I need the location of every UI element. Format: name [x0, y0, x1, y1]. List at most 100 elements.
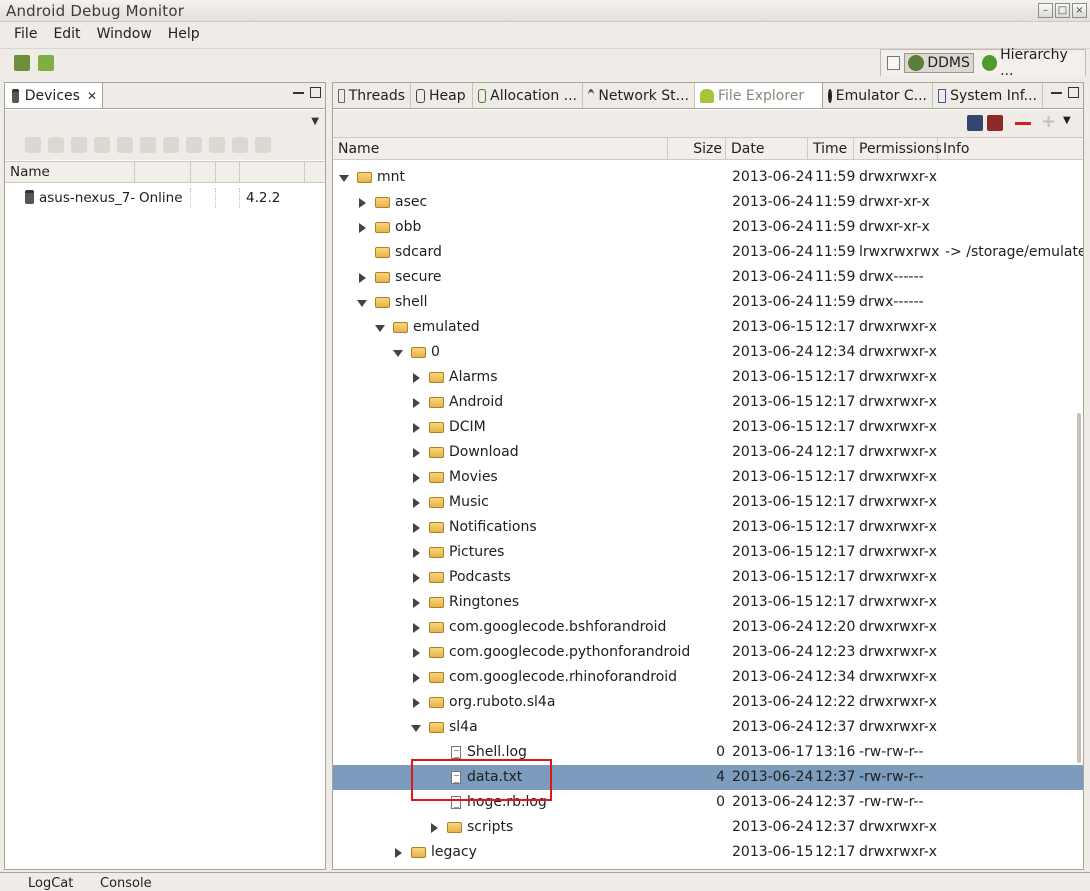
tab-system-info[interactable]: System Inf...: [933, 83, 1043, 108]
tab-console[interactable]: Console: [100, 876, 152, 891]
new-folder-icon[interactable]: +: [1041, 113, 1057, 131]
delete-icon[interactable]: [1015, 122, 1031, 125]
col-date[interactable]: Date: [726, 138, 808, 160]
perspective-hierarchy[interactable]: Hierarchy ...: [978, 45, 1085, 81]
col-info[interactable]: Info: [938, 138, 1083, 160]
folder-row[interactable]: com.googlecode.bshforandroid 2013-06-24 12…: [333, 615, 1083, 640]
folder-row[interactable]: Movies 2013-06-15 12:17 drwxrwxr-x: [333, 465, 1083, 490]
folder-row[interactable]: Notifications 2013-06-15 12:17 drwxrwxr-x: [333, 515, 1083, 540]
folder-row[interactable]: Music 2013-06-15 12:17 drwxrwxr-x: [333, 490, 1083, 515]
view-menu-icon[interactable]: ▼: [1063, 115, 1079, 131]
folder-row[interactable]: 0 2013-06-24 12:34 drwxrwxr-x: [333, 340, 1083, 365]
expand-arrow-icon[interactable]: [413, 573, 420, 583]
vertical-scrollbar[interactable]: [1077, 413, 1081, 763]
expand-arrow-icon[interactable]: [413, 598, 420, 608]
expand-arrow-icon[interactable]: [359, 273, 366, 283]
start-opengl-trace-icon[interactable]: [255, 137, 271, 153]
tab-emulator-control[interactable]: Emulator C...: [823, 83, 933, 108]
capture-systrace-icon[interactable]: [232, 137, 248, 153]
maximize-icon[interactable]: [310, 87, 321, 98]
expand-arrow-icon[interactable]: [413, 648, 420, 658]
expand-arrow-icon[interactable]: [413, 673, 420, 683]
pull-file-icon[interactable]: [967, 115, 983, 131]
folder-row[interactable]: DCIM 2013-06-15 12:17 drwxrwxr-x: [333, 415, 1083, 440]
expand-arrow-icon[interactable]: [413, 398, 420, 408]
tab-allocation[interactable]: Allocation ...: [473, 83, 583, 108]
col-name[interactable]: Name: [333, 138, 668, 160]
stop-process-icon[interactable]: [163, 137, 179, 153]
folder-row[interactable]: obb 2013-06-24 11:59 drwxr-xr-x: [333, 215, 1083, 240]
start-method-profiling-icon[interactable]: [140, 137, 156, 153]
expand-arrow-icon[interactable]: [395, 848, 402, 858]
debug-process-icon[interactable]: [25, 137, 41, 153]
push-file-icon[interactable]: [987, 115, 1003, 131]
folder-row[interactable]: legacy 2013-06-15 12:17 drwxrwxr-x: [333, 840, 1083, 865]
folder-row[interactable]: emulated 2013-06-15 12:17 drwxrwxr-x: [333, 315, 1083, 340]
tab-threads[interactable]: Threads: [333, 83, 411, 108]
folder-row[interactable]: shell 2013-06-24 11:59 drwx------: [333, 290, 1083, 315]
folder-row[interactable]: sl4a 2013-06-24 12:37 drwxrwxr-x: [333, 715, 1083, 740]
collapse-arrow-icon[interactable]: [375, 325, 385, 332]
collapse-arrow-icon[interactable]: [411, 725, 421, 732]
expand-arrow-icon[interactable]: [413, 498, 420, 508]
folder-row[interactable]: Ringtones 2013-06-15 12:17 drwxrwxr-x: [333, 590, 1083, 615]
screen-capture-icon[interactable]: [186, 137, 202, 153]
close-tab-icon[interactable]: ✕: [87, 89, 97, 103]
close-window-button[interactable]: ×: [1072, 3, 1087, 18]
expand-arrow-icon[interactable]: [431, 823, 438, 833]
view-menu-icon[interactable]: ▼: [311, 116, 319, 127]
maximize-window-button[interactable]: □: [1055, 3, 1070, 18]
col-4[interactable]: [216, 162, 240, 182]
menu-file[interactable]: File: [6, 26, 45, 42]
folder-row[interactable]: Pictures 2013-06-15 12:17 drwxrwxr-x: [333, 540, 1083, 565]
dump-view-hierarchy-icon[interactable]: [209, 137, 225, 153]
android-install-icon[interactable]: [14, 55, 30, 71]
expand-arrow-icon[interactable]: [413, 698, 420, 708]
folder-row[interactable]: sdcard 2013-06-24 11:59 lrwxrwxrwx -> /stora…: [333, 240, 1083, 265]
col-3[interactable]: [191, 162, 216, 182]
cause-gc-icon[interactable]: [94, 137, 110, 153]
folder-row[interactable]: asec 2013-06-24 11:59 drwxr-xr-x: [333, 190, 1083, 215]
folder-row[interactable]: mnt 2013-06-24 11:59 drwxrwxr-x: [333, 165, 1083, 190]
folder-row[interactable]: scripts 2013-06-24 12:37 drwxrwxr-x: [333, 815, 1083, 840]
open-perspective-icon[interactable]: [887, 56, 901, 70]
menu-window[interactable]: Window: [89, 26, 160, 42]
collapse-arrow-icon[interactable]: [339, 175, 349, 182]
tab-network-stats[interactable]: Network St...: [583, 83, 695, 108]
maximize-icon[interactable]: [1068, 87, 1079, 98]
minimize-icon[interactable]: [293, 87, 304, 94]
expand-arrow-icon[interactable]: [413, 548, 420, 558]
col-status[interactable]: [135, 162, 191, 182]
expand-arrow-icon[interactable]: [359, 198, 366, 208]
update-heap-icon[interactable]: [48, 137, 64, 153]
col-version[interactable]: [240, 162, 305, 182]
folder-row[interactable]: Podcasts 2013-06-15 12:17 drwxrwxr-x: [333, 565, 1083, 590]
expand-arrow-icon[interactable]: [413, 473, 420, 483]
collapse-arrow-icon[interactable]: [393, 350, 403, 357]
expand-arrow-icon[interactable]: [413, 373, 420, 383]
tab-heap[interactable]: Heap: [411, 83, 473, 108]
menu-edit[interactable]: Edit: [45, 26, 88, 42]
tab-file-explorer[interactable]: File Explorer: [695, 83, 823, 108]
expand-arrow-icon[interactable]: [359, 223, 366, 233]
folder-row[interactable]: Download 2013-06-24 12:17 drwxrwxr-x: [333, 440, 1083, 465]
col-size[interactable]: Size: [668, 138, 726, 160]
tab-logcat[interactable]: LogCat: [28, 876, 73, 891]
folder-row[interactable]: secure 2013-06-24 11:59 drwx------: [333, 265, 1083, 290]
col-name[interactable]: Name: [5, 162, 135, 182]
col-permissions[interactable]: Permissions: [854, 138, 942, 160]
col-time[interactable]: Time: [808, 138, 854, 160]
dump-hprof-icon[interactable]: [71, 137, 87, 153]
menu-help[interactable]: Help: [160, 26, 208, 42]
expand-arrow-icon[interactable]: [413, 623, 420, 633]
expand-arrow-icon[interactable]: [413, 423, 420, 433]
folder-row[interactable]: org.ruboto.sl4a 2013-06-24 12:22 drwxrwxr-x: [333, 690, 1083, 715]
minimize-window-button[interactable]: –: [1038, 3, 1053, 18]
collapse-arrow-icon[interactable]: [357, 300, 367, 307]
android-device-icon[interactable]: [38, 55, 54, 71]
expand-arrow-icon[interactable]: [413, 448, 420, 458]
device-row[interactable]: asus-nexus_7- Online 4.2.2: [5, 186, 325, 210]
expand-arrow-icon[interactable]: [413, 523, 420, 533]
folder-row[interactable]: Android 2013-06-15 12:17 drwxrwxr-x: [333, 390, 1083, 415]
folder-row[interactable]: Alarms 2013-06-15 12:17 drwxrwxr-x: [333, 365, 1083, 390]
